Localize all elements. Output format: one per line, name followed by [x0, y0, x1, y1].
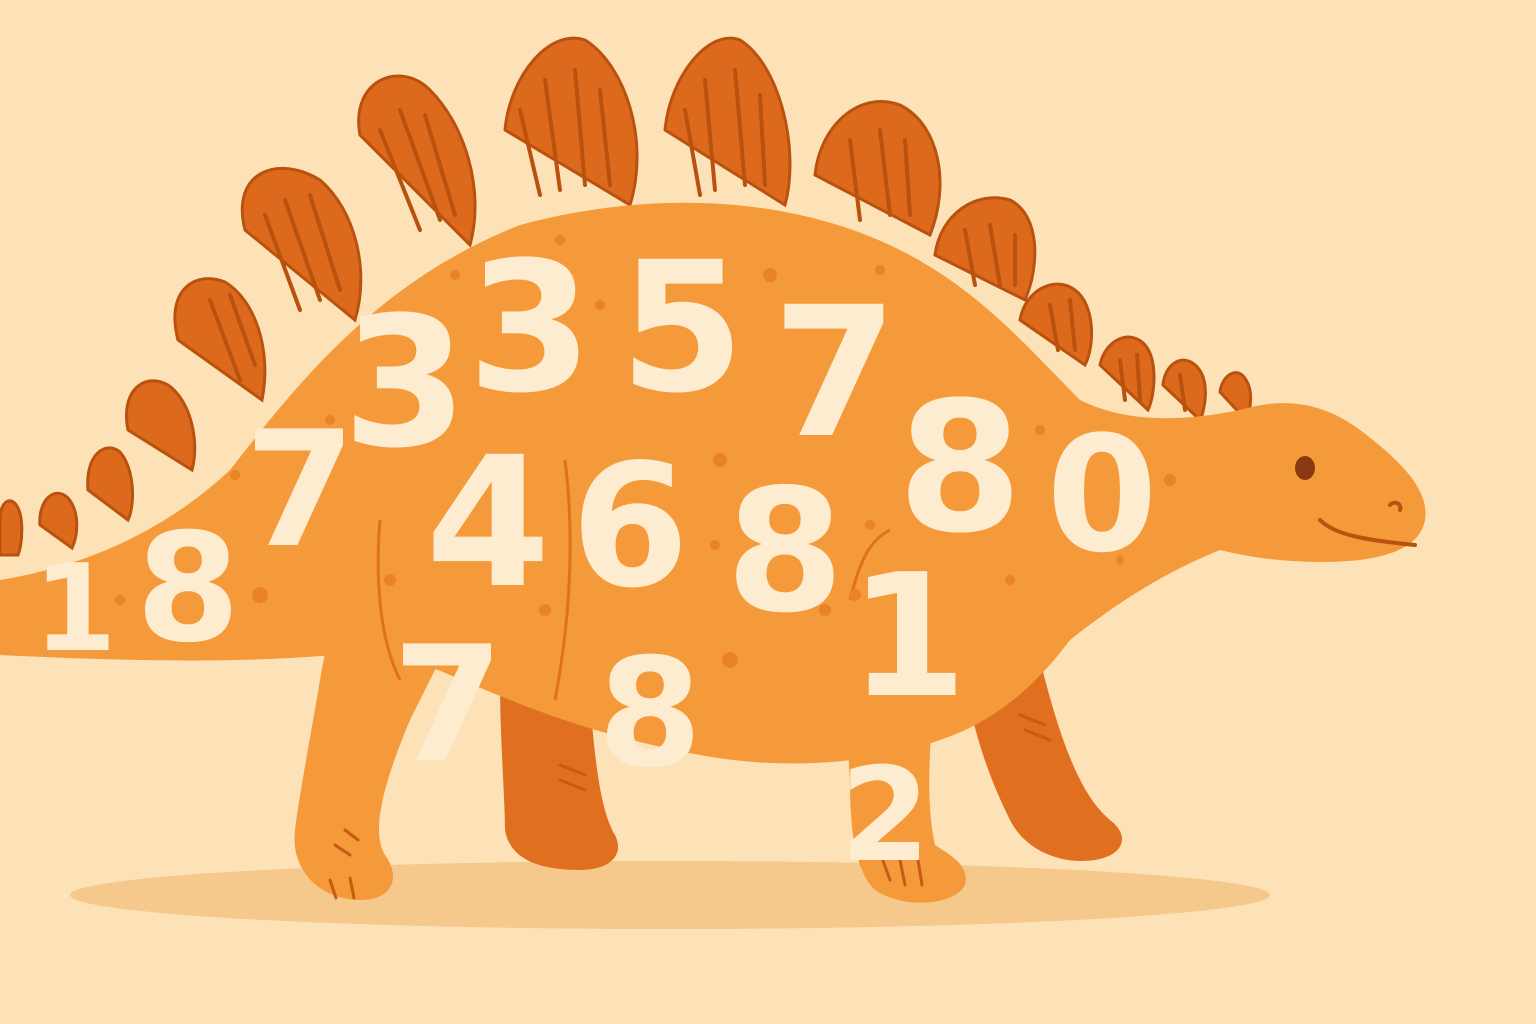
- number-glyph: 8: [598, 627, 702, 801]
- number-glyph: 2: [840, 739, 930, 891]
- number-glyph: 0: [1046, 401, 1157, 588]
- number-glyph: 7: [392, 611, 503, 798]
- number-glyph: 6: [571, 428, 689, 626]
- number-glyph: 4: [425, 419, 550, 628]
- number-glyph: 3: [467, 224, 592, 433]
- number-glyph: 1: [33, 540, 117, 679]
- eye: [1295, 456, 1315, 480]
- number-glyph: 5: [619, 224, 744, 433]
- number-glyph: 7: [772, 269, 897, 478]
- ground-shadow: [70, 861, 1270, 929]
- number-glyph: 7: [244, 396, 355, 583]
- number-glyph: 8: [726, 453, 844, 651]
- number-glyph: 8: [136, 502, 240, 676]
- number-glyph: 1: [849, 538, 967, 736]
- stegosaurus-scene: 1 8 7 3 3 5 7 8 0 4 6 8 7 8 1 2: [0, 0, 1536, 1024]
